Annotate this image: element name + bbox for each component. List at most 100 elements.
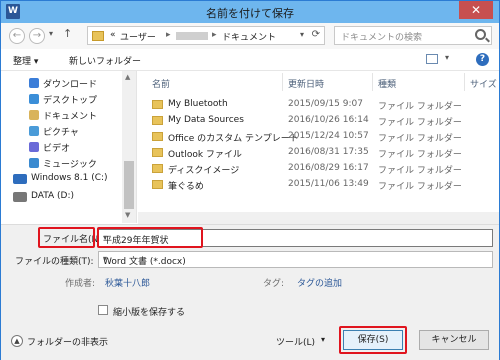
item-date: 2015/12/24 10:57 bbox=[288, 131, 369, 141]
item-name: My Bluetooth bbox=[168, 99, 228, 109]
sidebar-item-videos[interactable]: ビデオ bbox=[1, 139, 121, 155]
file-list-horizontal-scrollbar[interactable] bbox=[138, 212, 499, 224]
sidebar-scrollbar[interactable]: ▲ ▼ bbox=[122, 71, 136, 223]
item-date: 2015/09/15 9:07 bbox=[288, 99, 363, 109]
folder-icon bbox=[92, 31, 104, 41]
view-dropdown-icon[interactable]: ▾ bbox=[445, 53, 449, 62]
folder-icon bbox=[152, 148, 163, 157]
sidebar-item-documents[interactable]: ドキュメント bbox=[1, 107, 121, 123]
sidebar-item-label: ダウンロード bbox=[43, 80, 98, 90]
breadcrumb-users[interactable]: ユーザー bbox=[120, 30, 156, 43]
blurred-username[interactable] bbox=[176, 32, 208, 40]
refresh-button[interactable]: ⟳ bbox=[312, 29, 320, 40]
scroll-up-icon[interactable]: ▲ bbox=[125, 73, 130, 81]
item-date: 2016/10/26 16:14 bbox=[288, 115, 369, 125]
history-dropdown-button[interactable]: ▾ bbox=[49, 29, 53, 38]
column-separator[interactable] bbox=[372, 73, 373, 91]
sidebar-item-label: ミュージック bbox=[43, 160, 97, 170]
close-button[interactable]: ✕ bbox=[459, 1, 493, 19]
change-view-icon[interactable] bbox=[426, 54, 438, 64]
folder-icon bbox=[152, 100, 163, 109]
search-placeholder: ドキュメントの検索 bbox=[341, 33, 423, 43]
folder-icon bbox=[152, 132, 163, 141]
address-bar[interactable]: « ユーザー ▸ ▸ ドキュメント ▾ ⟳ bbox=[87, 26, 325, 45]
help-button[interactable]: ? bbox=[476, 53, 489, 66]
list-item[interactable]: My Data Sources 2016/10/26 16:14 ファイル フォ… bbox=[138, 113, 499, 129]
navigation-bar: ← → ▾ ↑ « ユーザー ▸ ▸ ドキュメント ▾ ⟳ ドキュメントの検索 bbox=[1, 23, 499, 49]
search-box[interactable]: ドキュメントの検索 bbox=[334, 26, 492, 45]
sidebar-item-drive-c[interactable]: Windows 8.1 (C:) bbox=[1, 171, 121, 187]
author-label: 作成者: bbox=[65, 279, 96, 289]
save-options-panel: ファイル名(N): 平成29年年賀状 ▾ ファイルの種類(T): Word 文書… bbox=[1, 224, 499, 360]
sidebar-item-downloads[interactable]: ダウンロード bbox=[1, 75, 121, 91]
address-dropdown-icon[interactable]: ▾ bbox=[300, 30, 304, 39]
list-item[interactable]: ディスクイメージ 2016/08/29 16:17 ファイル フォルダー bbox=[138, 161, 499, 177]
column-separator[interactable] bbox=[464, 73, 465, 91]
sidebar-item-label: Windows 8.1 (C:) bbox=[31, 173, 108, 183]
breadcrumb-separator[interactable]: ▸ bbox=[212, 30, 217, 40]
folder-icon bbox=[152, 164, 163, 173]
column-header-size[interactable]: サイズ bbox=[470, 77, 497, 90]
collapse-icon: ▲ bbox=[11, 335, 23, 347]
column-header-type[interactable]: 種類 bbox=[378, 77, 396, 90]
breadcrumb-separator[interactable]: ▸ bbox=[166, 30, 171, 40]
tools-dropdown-icon[interactable]: ▾ bbox=[321, 335, 325, 344]
organize-button[interactable]: 整理 ▾ bbox=[13, 54, 38, 67]
up-folder-button[interactable]: ↑ bbox=[63, 27, 72, 40]
sidebar-item-label: ピクチャ bbox=[43, 128, 79, 138]
folder-icon bbox=[152, 116, 163, 125]
author-value[interactable]: 秋葉十八郎 bbox=[105, 276, 150, 289]
list-item[interactable]: 筆ぐるめ 2015/11/06 13:49 ファイル フォルダー bbox=[138, 177, 499, 193]
breadcrumb-documents[interactable]: ドキュメント bbox=[222, 30, 276, 43]
windows-drive-icon bbox=[13, 174, 27, 184]
highlight-save-button bbox=[339, 326, 407, 354]
dialog-title: 名前を付けて保存 bbox=[206, 7, 294, 20]
sidebar-item-drive-d[interactable]: DATA (D:) bbox=[1, 189, 121, 205]
column-header-date[interactable]: 更新日時 bbox=[288, 77, 324, 90]
item-type: ファイル フォルダー bbox=[378, 134, 462, 144]
forward-button[interactable]: → bbox=[29, 28, 45, 44]
tools-button[interactable]: ツール(L) bbox=[276, 335, 315, 348]
new-folder-button[interactable]: 新しいフォルダー bbox=[69, 54, 141, 67]
search-icon bbox=[475, 29, 486, 40]
item-date: 2016/08/31 17:35 bbox=[288, 147, 369, 157]
tag-add-link[interactable]: タグの追加 bbox=[297, 276, 342, 289]
list-item[interactable]: Office のカスタム テンプレート 2015/12/24 10:57 ファイ… bbox=[138, 129, 499, 145]
command-toolbar: 整理 ▾ 新しいフォルダー ▾ ? bbox=[1, 49, 499, 71]
navigation-pane: ダウンロード デスクトップ ドキュメント ピクチャ ビデオ ミュージック Win… bbox=[1, 71, 137, 223]
desktop-icon bbox=[29, 94, 39, 104]
sidebar-item-label: デスクトップ bbox=[43, 96, 98, 106]
title-bar: W 名前を付けて保存 ✕ bbox=[1, 1, 499, 23]
pictures-icon bbox=[29, 126, 39, 136]
sidebar-item-label: ビデオ bbox=[43, 144, 71, 154]
save-thumbnail-label[interactable]: 縮小版を保存する bbox=[113, 305, 185, 318]
documents-icon bbox=[29, 110, 39, 120]
sidebar-item-music[interactable]: ミュージック bbox=[1, 155, 121, 171]
item-date: 2015/11/06 13:49 bbox=[288, 179, 369, 189]
column-header-name[interactable]: 名前 bbox=[152, 77, 170, 90]
sidebar-item-desktop[interactable]: デスクトップ bbox=[1, 91, 121, 107]
highlight-filename-label bbox=[38, 227, 95, 248]
item-type: ファイル フォルダー bbox=[378, 118, 462, 128]
filetype-label: ファイルの種類(T): bbox=[15, 257, 94, 267]
item-type: ファイル フォルダー bbox=[378, 166, 462, 176]
chevron-down-icon: ▾ bbox=[103, 254, 108, 263]
back-button[interactable]: ← bbox=[9, 28, 25, 44]
filetype-select[interactable]: Word 文書 (*.docx) ▾ bbox=[98, 251, 493, 268]
hide-folders-label: フォルダーの非表示 bbox=[27, 338, 109, 348]
sidebar-item-label: ドキュメント bbox=[43, 112, 98, 122]
item-name: 筆ぐるめ bbox=[168, 182, 204, 192]
sidebar-item-label: DATA (D:) bbox=[31, 191, 75, 201]
scroll-down-icon[interactable]: ▼ bbox=[125, 211, 130, 219]
column-separator[interactable] bbox=[282, 73, 283, 91]
cancel-button[interactable]: キャンセル bbox=[419, 330, 489, 350]
list-item[interactable]: Outlook ファイル 2016/08/31 17:35 ファイル フォルダー bbox=[138, 145, 499, 161]
address-prefix[interactable]: « bbox=[110, 30, 116, 40]
item-name: My Data Sources bbox=[168, 115, 244, 125]
sidebar-item-pictures[interactable]: ピクチャ bbox=[1, 123, 121, 139]
scrollbar-thumb[interactable] bbox=[124, 161, 134, 209]
folder-icon bbox=[152, 180, 163, 189]
list-item[interactable]: My Bluetooth 2015/09/15 9:07 ファイル フォルダー bbox=[138, 97, 499, 113]
file-list: 名前 更新日時 種類 サイズ My Bluetooth 2015/09/15 9… bbox=[138, 71, 499, 223]
save-thumbnail-checkbox[interactable] bbox=[98, 305, 108, 315]
